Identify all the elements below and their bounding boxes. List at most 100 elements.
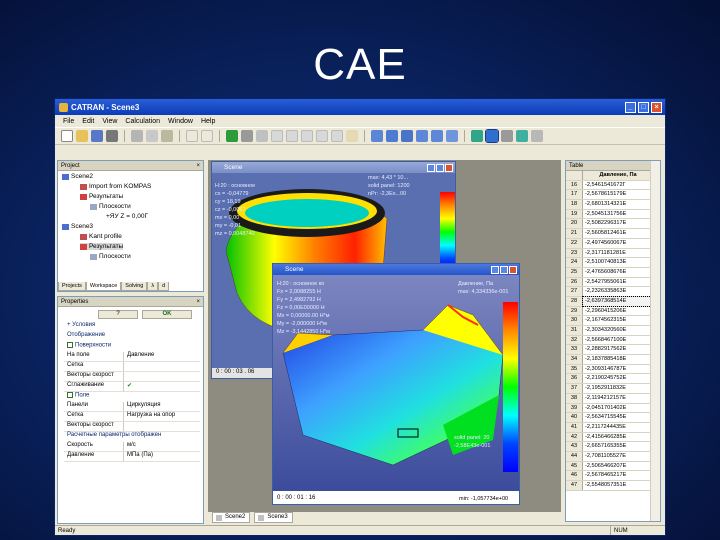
- pressure-cell[interactable]: -2,5045131756Е: [583, 210, 651, 219]
- copy-icon[interactable]: [146, 130, 158, 142]
- wire-view-icon[interactable]: [501, 130, 513, 142]
- record-icon[interactable]: [331, 130, 343, 142]
- prop-row-pressure[interactable]: Давление МПа (Па): [64, 452, 200, 462]
- surface-view-icon[interactable]: [516, 130, 528, 142]
- scene-front-titlebar[interactable]: Scene: [273, 264, 519, 275]
- pressure-cell[interactable]: -2,1194212157Е: [583, 394, 651, 403]
- camera-icon[interactable]: [346, 130, 358, 142]
- minimize-button[interactable]: [427, 163, 435, 172]
- close-button[interactable]: ×: [651, 101, 662, 113]
- maximize-button[interactable]: □: [638, 101, 649, 113]
- ok-button[interactable]: OK: [142, 310, 192, 319]
- mesh-view-icon[interactable]: [531, 130, 543, 142]
- rewind-icon[interactable]: [301, 130, 313, 142]
- table-row[interactable]: 20 -2,5082296317Е: [566, 219, 660, 230]
- table-row[interactable]: 31 -2,3034320560Е: [566, 326, 660, 336]
- table-row[interactable]: 39 -2,0451701402Е: [566, 403, 660, 414]
- prop-row-velocity-vectors[interactable]: Векторы скорост: [64, 372, 200, 382]
- table-row[interactable]: 30 -2,1674562315Е: [566, 316, 660, 326]
- fast-forward-icon[interactable]: [316, 130, 328, 142]
- column-header-pressure[interactable]: Давление, Па: [583, 171, 651, 180]
- pressure-cell[interactable]: -2,5668467100Е: [583, 336, 651, 345]
- pressure-cell[interactable]: -2,6397368514Е: [582, 295, 652, 307]
- stop-icon[interactable]: [256, 130, 268, 142]
- menu-calculation[interactable]: Calculation: [125, 118, 160, 125]
- pressure-cell[interactable]: -2,5634715545Е: [583, 413, 651, 422]
- maximize-button[interactable]: [500, 265, 508, 274]
- pressure-cell[interactable]: -2,2882917562Е: [583, 345, 651, 354]
- pressure-cell[interactable]: -2,0451701402Е: [583, 404, 651, 413]
- help-button[interactable]: ?: [98, 310, 138, 319]
- table-row[interactable]: 23 -2,3171181281Е: [566, 248, 660, 259]
- prop-row-panels[interactable]: Панели Циркуляция: [64, 402, 200, 412]
- window-titlebar[interactable]: CATRAN - Scene3 _ □ ×: [55, 99, 665, 115]
- table-row[interactable]: 37 -2,1952911832Е: [566, 384, 660, 394]
- pressure-cell[interactable]: -2,4974560067Е: [583, 239, 651, 248]
- step-forward-icon[interactable]: [286, 130, 298, 142]
- open-icon[interactable]: [76, 130, 88, 142]
- pressure-cell[interactable]: -2,5678465217Е: [583, 471, 651, 480]
- table-row[interactable]: 35 -2,3093146787Е: [566, 364, 660, 375]
- minimize-button[interactable]: _: [625, 101, 636, 113]
- zoom-out-icon[interactable]: [431, 130, 443, 142]
- scene-back-titlebar[interactable]: Scene: [212, 162, 455, 173]
- table-row[interactable]: 47 -2,5548057351Е: [566, 481, 660, 491]
- menu-help[interactable]: Help: [201, 118, 215, 125]
- maximize-button[interactable]: [436, 163, 444, 172]
- menu-view[interactable]: View: [102, 118, 117, 125]
- pressure-cell[interactable]: -2,6657165355Е: [583, 442, 651, 451]
- table-row[interactable]: 46 -2,5678465217Е: [566, 471, 660, 481]
- pressure-cell[interactable]: -2,2326335863Е: [583, 287, 651, 296]
- pressure-cell[interactable]: -2,4156466285Е: [583, 433, 651, 442]
- prop-category-display[interactable]: Отображение: [64, 332, 200, 342]
- pause-icon[interactable]: [241, 130, 253, 142]
- table-row[interactable]: 44 -2,7081105527Е: [566, 451, 660, 462]
- tree-item-results[interactable]: Результаты: [80, 193, 123, 200]
- cube-icon[interactable]: [471, 130, 483, 142]
- tab-d[interactable]: d: [158, 282, 170, 291]
- prop-check-field[interactable]: Поле: [64, 392, 200, 402]
- tree-item-scene3[interactable]: Scene3: [62, 223, 93, 230]
- tree-item-plane-z[interactable]: +ЯУ Z = 0,00Г: [106, 213, 148, 220]
- pressure-cell[interactable]: -2,1952911832Е: [583, 384, 651, 393]
- tab-projects[interactable]: Projects: [58, 282, 86, 291]
- pressure-cell[interactable]: -2,2117244435Е: [583, 423, 651, 432]
- table-row[interactable]: 25 -2,4765608676Е: [566, 267, 660, 278]
- pressure-cell[interactable]: -2,1837885418Е: [583, 355, 651, 364]
- table-row[interactable]: 41 -2,2117244435Е: [566, 422, 660, 433]
- prop-category-calc[interactable]: Расчетные параметры отображен: [64, 432, 200, 442]
- tab-lambda[interactable]: λ: [147, 282, 159, 291]
- shaded-view-icon[interactable]: [485, 129, 499, 143]
- table-row[interactable]: 27 -2,2326335863Е: [566, 287, 660, 297]
- table-row[interactable]: 28 -2,6397368514Е: [566, 295, 660, 307]
- tab-scene2[interactable]: Scene2: [212, 512, 251, 523]
- prop-row-field[interactable]: На поле Давление: [64, 352, 200, 362]
- save-icon[interactable]: [91, 130, 103, 142]
- table-row[interactable]: 34 -2,1837885418Е: [566, 355, 660, 365]
- prop-row-mesh-2[interactable]: Сетка Нагрузка на опор: [64, 412, 200, 422]
- paste-icon[interactable]: [161, 130, 173, 142]
- table-row[interactable]: 42 -2,4156466285Е: [566, 432, 660, 443]
- close-button[interactable]: [509, 265, 517, 274]
- prop-category-conditions[interactable]: + Условия: [64, 322, 200, 332]
- table-row[interactable]: 18 -2,6801314321Е: [566, 200, 660, 210]
- prop-check-surfaces[interactable]: Поверхности: [64, 342, 200, 352]
- tree-item-import[interactable]: Import from KOMPAS: [80, 183, 151, 190]
- project-close-icon[interactable]: ×: [196, 161, 203, 170]
- cut-icon[interactable]: [131, 130, 143, 142]
- rotate-icon[interactable]: [401, 130, 413, 142]
- tree-item-kant-profile[interactable]: Kant profile: [80, 233, 122, 240]
- properties-close-icon[interactable]: ×: [196, 297, 203, 306]
- table-row[interactable]: 21 -2,5605812461Е: [566, 229, 660, 239]
- checkbox[interactable]: [67, 342, 73, 348]
- pressure-cell[interactable]: -2,5065466207Е: [583, 462, 651, 471]
- pressure-cell[interactable]: -2,5082296317Е: [583, 219, 651, 228]
- table-row[interactable]: 40 -2,5634715545Е: [566, 413, 660, 423]
- tab-workspace[interactable]: Workspace: [85, 282, 122, 291]
- pressure-cell[interactable]: -2,2190245752Е: [583, 374, 651, 383]
- pressure-cell[interactable]: -2,7081105527Е: [583, 452, 651, 461]
- tree-item-planes-2[interactable]: Плоскости: [90, 253, 131, 260]
- table-row[interactable]: 43 -2,6657165355Е: [566, 442, 660, 452]
- zoom-in-icon[interactable]: [416, 130, 428, 142]
- table-row[interactable]: 17 -2,5678615179Е: [566, 190, 660, 201]
